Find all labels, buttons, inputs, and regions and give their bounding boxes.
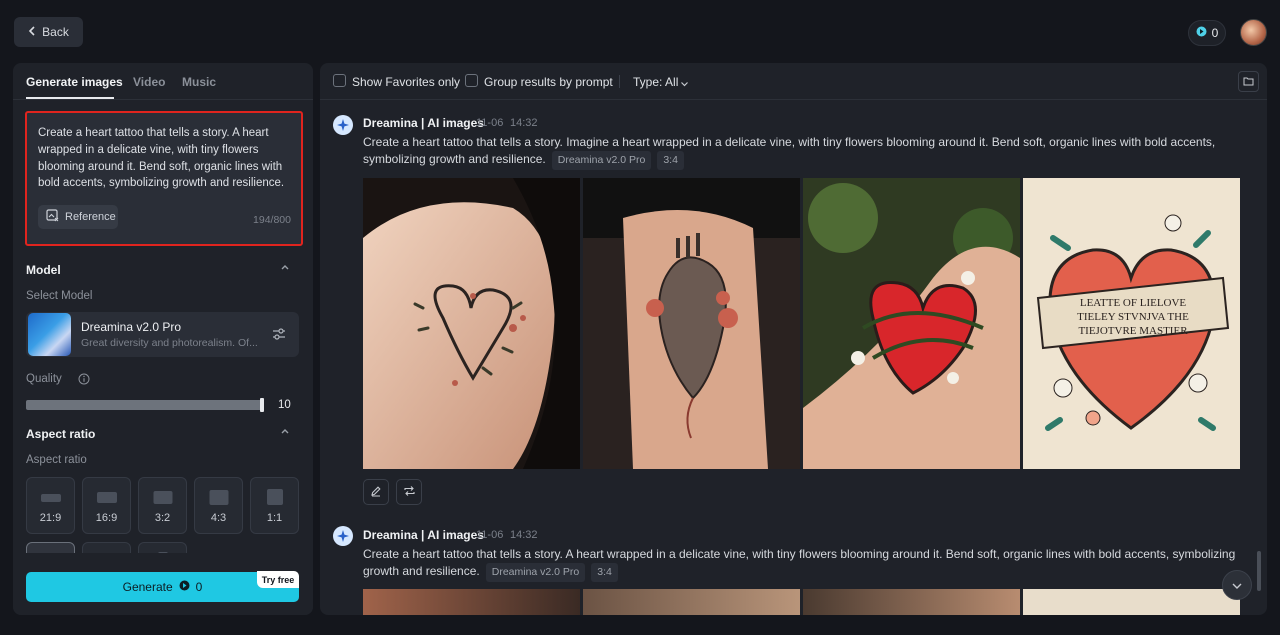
chevron-down-icon[interactable] <box>680 76 689 91</box>
credit-coin-icon <box>179 580 190 594</box>
regenerate-button[interactable] <box>396 479 422 505</box>
avatar[interactable] <box>1240 19 1267 46</box>
aspect-option-21-9[interactable]: 21:9 <box>26 477 75 534</box>
active-tab-indicator <box>26 97 114 99</box>
aspect-option-16-9[interactable]: 16:9 <box>82 477 131 534</box>
generation-date: 11-06 <box>476 529 504 541</box>
select-model-label: Select Model <box>26 290 93 302</box>
aspect-option-label: 16:9 <box>95 512 118 524</box>
credit-coin-icon <box>1196 26 1207 40</box>
model-section-title: Model <box>26 263 61 277</box>
aspect-ratio-label: Aspect ratio <box>26 454 87 466</box>
aspect-ratio-section-title: Aspect ratio <box>26 427 96 441</box>
sliders-icon[interactable] <box>271 326 287 342</box>
model-name: Dreamina v2.0 Pro <box>81 320 182 334</box>
divider <box>619 75 620 88</box>
scroll-to-bottom-button[interactable] <box>1222 570 1252 600</box>
ratio-tag[interactable]: 3:4 <box>591 563 618 582</box>
generate-cost: 0 <box>195 580 203 594</box>
tattoo-banner-line: TIEJOTVRE MASTIER <box>1078 325 1188 337</box>
folder-button[interactable] <box>1238 71 1259 92</box>
back-label: Back <box>42 25 69 39</box>
chevron-left-icon <box>28 25 36 39</box>
quality-label: Quality <box>26 373 62 385</box>
character-count: 194/800 <box>253 214 291 226</box>
tab-generate-images[interactable]: Generate images <box>26 75 123 89</box>
group-results-label[interactable]: Group results by prompt <box>484 75 613 89</box>
folder-icon <box>1243 74 1254 89</box>
generated-image[interactable] <box>803 178 1020 469</box>
aspect-option-label: 3:2 <box>154 512 171 524</box>
generate-label: Generate <box>122 580 173 594</box>
generated-image[interactable] <box>363 178 580 469</box>
chevron-down-icon <box>1231 578 1243 593</box>
generated-image[interactable] <box>363 589 580 615</box>
ratio-shape-icon <box>96 492 117 503</box>
generation-source: Dreamina | AI images <box>363 528 484 542</box>
tattoo-banner-line: LEATTE OF LIELOVE <box>1080 297 1187 309</box>
prompt-text[interactable]: Create a heart tattoo that tells a story… <box>38 125 296 192</box>
generation-prompt[interactable]: Create a heart tattoo that tells a story… <box>363 546 1243 582</box>
reference-label: Reference <box>65 211 116 223</box>
show-favorites-label[interactable]: Show Favorites only <box>352 75 460 89</box>
generated-image[interactable] <box>1023 589 1240 615</box>
scrollbar[interactable] <box>1257 551 1261 591</box>
group-results-checkbox[interactable] <box>465 74 478 87</box>
reference-button[interactable]: Reference <box>38 205 118 229</box>
aspect-option-label: 4:3 <box>210 512 227 524</box>
ratio-shape-icon <box>40 494 61 502</box>
quality-slider[interactable] <box>26 400 262 410</box>
pencil-icon <box>370 485 382 500</box>
generated-image[interactable] <box>583 589 800 615</box>
model-tag[interactable]: Dreamina v2.0 Pro <box>485 563 586 582</box>
repeat-icon <box>403 485 416 500</box>
prompt-input[interactable]: Create a heart tattoo that tells a story… <box>25 111 303 246</box>
model-selector[interactable]: Dreamina v2.0 Pro Great diversity and ph… <box>26 312 299 357</box>
aspect-option-1-1[interactable]: 1:1 <box>250 477 299 534</box>
model-tag[interactable]: Dreamina v2.0 Pro <box>551 151 652 170</box>
aspect-option-label: 21:9 <box>39 512 62 524</box>
generated-image[interactable] <box>583 178 800 469</box>
generation-prompt-text: Create a heart tattoo that tells a story… <box>363 135 1216 166</box>
generation-prompt[interactable]: Create a heart tattoo that tells a story… <box>363 134 1243 170</box>
aspect-option-3-2[interactable]: 3:2 <box>138 477 187 534</box>
aspect-option-4-3[interactable]: 4:3 <box>194 477 243 534</box>
collapse-aspect-icon[interactable] <box>280 427 290 438</box>
ratio-shape-icon <box>153 491 172 504</box>
tab-music[interactable]: Music <box>182 75 216 89</box>
show-favorites-checkbox[interactable] <box>333 74 346 87</box>
credits-count: 0 <box>1211 26 1219 40</box>
generation-date: 11-06 <box>476 117 504 129</box>
generated-image[interactable] <box>803 589 1020 615</box>
type-filter-dropdown[interactable]: Type: All <box>633 75 678 89</box>
ratio-shape-icon <box>209 490 228 505</box>
dreamina-logo-icon <box>333 526 353 546</box>
quality-slider-handle[interactable] <box>260 398 264 412</box>
credits-badge[interactable]: 0 <box>1188 20 1226 46</box>
model-thumbnail <box>28 313 71 356</box>
generation-panel: Generate images Video Music Create a hea… <box>13 63 313 615</box>
edit-button[interactable] <box>363 479 389 505</box>
collapse-model-icon[interactable] <box>280 263 290 274</box>
results-toolbar: Show Favorites only Group results by pro… <box>320 63 1267 100</box>
back-button[interactable]: Back <box>14 17 83 47</box>
generation-source: Dreamina | AI images <box>363 116 484 130</box>
ratio-tag[interactable]: 3:4 <box>657 151 684 170</box>
tattoo-banner-line: TIELEY STVNJVA THE <box>1077 311 1189 323</box>
results-panel: Show Favorites only Group results by pro… <box>320 63 1267 615</box>
try-free-badge: Try free <box>257 571 299 588</box>
model-description: Great diversity and photorealism. Of... <box>81 337 258 349</box>
info-icon[interactable] <box>78 373 90 388</box>
dreamina-logo-icon <box>333 115 353 135</box>
generation-time: 14:32 <box>510 529 538 541</box>
aspect-option-label: 1:1 <box>266 512 283 524</box>
mode-tabs: Generate images Video Music <box>13 63 313 100</box>
image-reference-icon <box>46 209 59 225</box>
tab-video[interactable]: Video <box>133 75 165 89</box>
generated-image[interactable]: LEATTE OF LIELOVE TIELEY STVNJVA THE TIE… <box>1023 178 1240 469</box>
ratio-shape-icon <box>266 489 283 505</box>
generation-time: 14:32 <box>510 117 538 129</box>
quality-value: 10 <box>278 399 291 411</box>
